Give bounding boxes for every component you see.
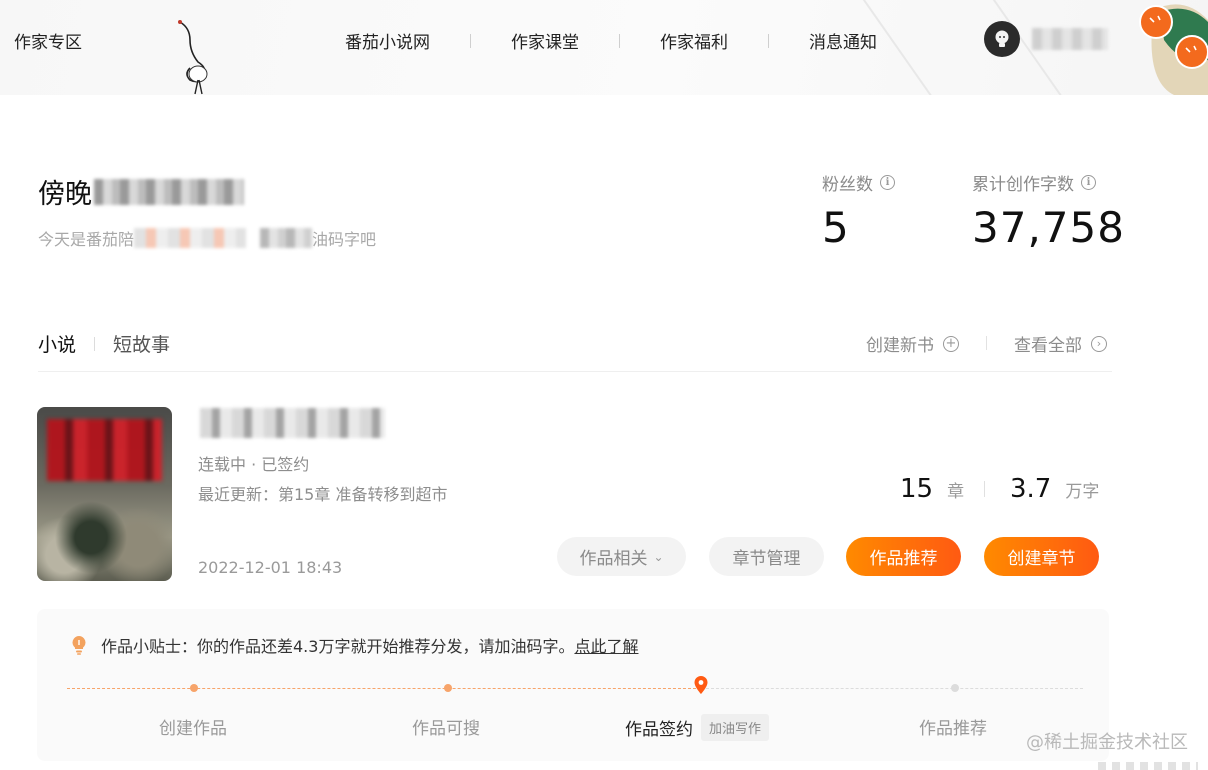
main-nav: 番茄小说网 作家课堂 作家福利 消息通知 — [345, 28, 877, 53]
author-name: 傍晚 — [38, 179, 92, 210]
nav-separator — [470, 33, 471, 48]
chapter-count-unit: 章 — [947, 482, 965, 502]
learn-more-link[interactable]: 点此了解 — [574, 633, 638, 657]
work-recommend-button[interactable]: 作品推荐 — [846, 537, 961, 576]
work-tips-panel: 作品小贴士：你的作品还差4.3万字就开始推荐分发，请加油码字。 点此了解 创建作… — [37, 609, 1109, 761]
step-dot-searchable — [444, 684, 452, 692]
step-work-signed-label: 作品签约 — [625, 720, 693, 740]
total-words-stat: 累计创作字数 i 37,758 — [972, 170, 1125, 252]
brand-title[interactable]: 作家专区 — [14, 28, 82, 53]
greeting-subtitle: 今天是番茄陪 油码字吧 — [38, 226, 376, 250]
chapter-manage-label: 章节管理 — [732, 549, 801, 569]
action-separator — [986, 336, 987, 350]
info-icon[interactable]: i — [1081, 175, 1096, 190]
work-related-label: 作品相关 — [579, 549, 648, 569]
tip-text: 作品小贴士：你的作品还差4.3万字就开始推荐分发，请加油码字。 — [101, 637, 575, 656]
user-avatar[interactable] — [984, 21, 1020, 57]
step-work-searchable: 作品可搜 — [412, 719, 480, 739]
subtitle-suffix: 油码字吧 — [312, 230, 377, 249]
book-cover[interactable] — [37, 407, 172, 581]
create-book-action[interactable]: 创建新书 + — [866, 331, 959, 356]
tip-row: 作品小贴士：你的作品还差4.3万字就开始推荐分发，请加油码字。 点此了解 — [71, 633, 638, 657]
chapter-count: 15 章 — [900, 474, 964, 504]
tab-short-story[interactable]: 短故事 — [113, 330, 170, 357]
author-greeting: 傍晚 — [38, 172, 244, 211]
chevron-right-circle-icon: › — [1091, 335, 1107, 352]
chapter-manage-button[interactable]: 章节管理 — [709, 537, 824, 576]
cropped-text-fragment — [1098, 762, 1198, 770]
chevron-down-icon: ⌄ — [653, 549, 664, 564]
tab-novel[interactable]: 小说 — [38, 330, 76, 357]
username-redacted[interactable] — [1032, 28, 1108, 50]
nav-separator — [619, 33, 620, 48]
tomato-mascot-icon — [1139, 4, 1208, 95]
bulb-avatar-icon — [995, 30, 1009, 47]
info-icon[interactable]: i — [880, 175, 895, 190]
nav-separator — [768, 33, 769, 48]
progress-todo-line — [701, 688, 1083, 689]
create-chapter-label: 创建章节 — [1007, 549, 1076, 569]
progress-done-line — [67, 688, 701, 689]
book-status: 连载中 · 已签约 — [198, 455, 310, 474]
work-recommend-label: 作品推荐 — [869, 549, 938, 569]
view-all-action[interactable]: 查看全部 › — [1014, 331, 1107, 356]
book-word-count-unit: 万字 — [1065, 482, 1100, 502]
chapter-count-value: 15 — [900, 474, 934, 504]
work-related-button[interactable]: 作品相关 ⌄ — [557, 537, 686, 576]
juejin-watermark: @稀土掘金技术社区 — [1026, 732, 1188, 753]
fans-value: 5 — [822, 203, 850, 252]
fans-label: 粉丝数 — [822, 175, 873, 195]
nav-item-welfare[interactable]: 作家福利 — [660, 28, 728, 53]
total-words-value: 37,758 — [972, 203, 1125, 252]
nav-item-fanqie[interactable]: 番茄小说网 — [345, 28, 430, 53]
view-all-label: 查看全部 — [1014, 336, 1082, 356]
step-dot-recommend — [951, 684, 959, 692]
step-create-work: 创建作品 — [159, 719, 227, 739]
book-date: 2022-12-01 18:43 — [198, 558, 343, 577]
plus-circle-icon: + — [943, 335, 959, 352]
step-dot-create — [190, 684, 198, 692]
keep-writing-badge: 加油写作 — [701, 714, 770, 741]
tab-separator — [94, 336, 96, 351]
nav-item-classroom[interactable]: 作家课堂 — [511, 28, 579, 53]
book-word-count: 3.7 万字 — [1010, 474, 1099, 504]
step-work-signed: 作品签约 加油写作 — [625, 714, 770, 741]
author-name-redacted — [94, 178, 244, 205]
book-word-count-value: 3.7 — [1010, 474, 1052, 504]
total-words-label: 累计创作字数 — [972, 175, 1074, 195]
create-book-label: 创建新书 — [866, 336, 934, 356]
current-step-pin-icon — [694, 676, 708, 694]
step-work-recommend: 作品推荐 — [919, 719, 987, 739]
section-divider — [38, 371, 1112, 372]
subtitle-prefix: 今天是番茄陪 — [38, 230, 135, 249]
fans-stat: 粉丝数 i 5 — [822, 170, 895, 252]
nav-item-messages[interactable]: 消息通知 — [809, 28, 877, 53]
top-navigation-bar: 作家专区 番茄小说网 作家课堂 作家福利 消息通知 — [0, 0, 1208, 95]
lightbulb-icon — [72, 636, 86, 655]
subtitle-redacted — [260, 228, 313, 248]
cover-artwork — [47, 419, 162, 481]
metric-separator — [984, 481, 985, 497]
create-chapter-button[interactable]: 创建章节 — [984, 537, 1099, 576]
crane-logo-icon — [178, 20, 208, 95]
book-title-redacted[interactable] — [200, 408, 385, 438]
book-latest-update: 最近更新：第15章 准备转移到超市 — [198, 485, 448, 504]
subtitle-redacted — [134, 228, 247, 248]
works-tabs: 小说 短故事 — [38, 330, 170, 357]
